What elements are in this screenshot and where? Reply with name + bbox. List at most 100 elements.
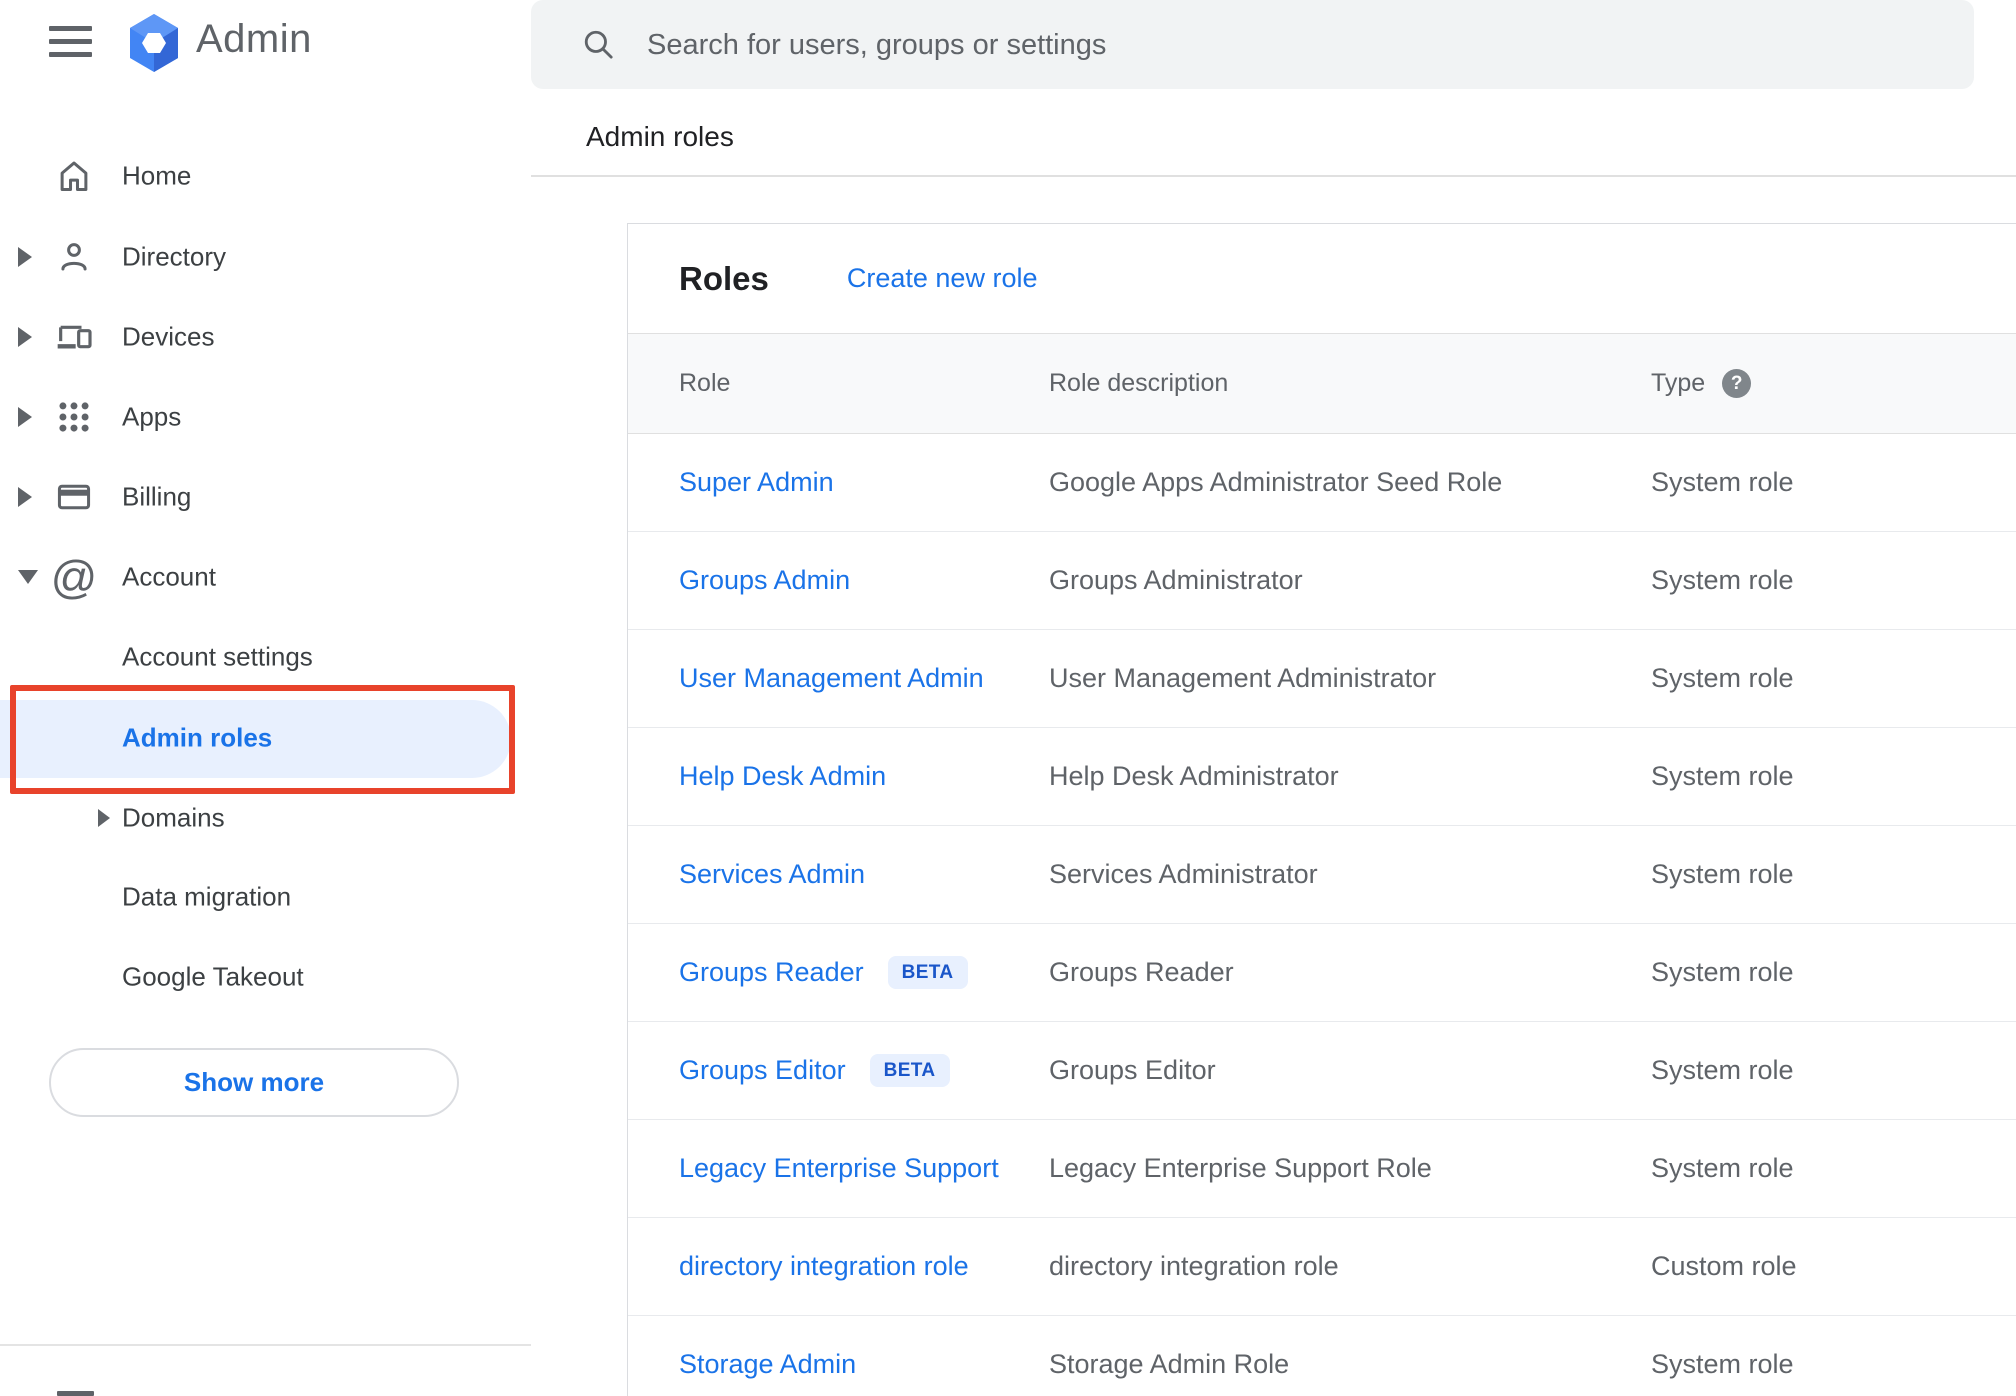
sidebar-bottom-divider bbox=[0, 1344, 531, 1346]
sidebar-item-devices[interactable]: Devices bbox=[0, 297, 531, 377]
role-link[interactable]: Legacy Enterprise Support bbox=[679, 1153, 999, 1184]
help-icon[interactable] bbox=[1722, 369, 1752, 398]
role-link[interactable]: Groups Reader bbox=[679, 957, 864, 988]
card-title: Roles bbox=[679, 259, 769, 297]
sidebar-item-billing[interactable]: Billing bbox=[0, 457, 531, 537]
column-header-type-label: Type bbox=[1651, 369, 1706, 397]
role-type: Custom role bbox=[1651, 1251, 1797, 1281]
partially-visible-icon bbox=[57, 1391, 94, 1396]
column-header-description: Role description bbox=[1049, 369, 1229, 397]
table-row[interactable]: Legacy Enterprise Support Legacy Enterpr… bbox=[628, 1120, 2016, 1218]
app-title: Admin bbox=[196, 17, 312, 61]
sidebar-item-label: Devices bbox=[122, 321, 215, 352]
sidebar-item-google-takeout[interactable]: Google Takeout bbox=[0, 937, 531, 1017]
role-link[interactable]: User Management Admin bbox=[679, 663, 984, 694]
table-row[interactable]: Services Admin Services Administrator Sy… bbox=[628, 826, 2016, 924]
sidebar-item-label: Billing bbox=[122, 481, 192, 512]
role-link[interactable]: Help Desk Admin bbox=[679, 761, 886, 792]
expand-arrow-icon[interactable] bbox=[18, 247, 32, 267]
create-new-role-link[interactable]: Create new role bbox=[847, 263, 1038, 294]
table-row[interactable]: Groups Reader BETA Groups Reader System … bbox=[628, 924, 2016, 1022]
role-description: User Management Administrator bbox=[1049, 663, 1437, 693]
role-description: directory integration role bbox=[1049, 1251, 1339, 1281]
search-bar bbox=[531, 0, 1974, 91]
role-description: Groups Reader bbox=[1049, 957, 1234, 987]
sidebar-item-apps[interactable]: Apps bbox=[0, 377, 531, 457]
expand-arrow-icon[interactable] bbox=[18, 407, 32, 427]
table-row[interactable]: Super Admin Google Apps Administrator Se… bbox=[628, 434, 2016, 532]
search-icon bbox=[584, 30, 613, 59]
sidebar-item-domains[interactable]: Domains bbox=[0, 778, 531, 858]
table-row[interactable]: Help Desk Admin Help Desk Administrator … bbox=[628, 728, 2016, 826]
collapse-arrow-icon[interactable] bbox=[18, 570, 38, 584]
sidebar-item-label: Directory bbox=[122, 241, 227, 272]
roles-card-header: Roles Create new role bbox=[628, 224, 2016, 334]
role-link[interactable]: directory integration role bbox=[679, 1251, 969, 1282]
menu-bar bbox=[49, 26, 92, 31]
table-row[interactable]: Storage Admin Storage Admin Role System … bbox=[628, 1316, 2016, 1396]
role-link[interactable]: Groups Editor bbox=[679, 1055, 846, 1086]
role-description: Groups Editor bbox=[1049, 1055, 1216, 1085]
table-row[interactable]: directory integration role directory int… bbox=[628, 1218, 2016, 1316]
role-type: System role bbox=[1651, 467, 1794, 497]
devices-icon bbox=[52, 317, 96, 357]
breadcrumb-divider bbox=[531, 175, 2016, 177]
role-type: System role bbox=[1651, 1349, 1794, 1379]
menu-icon[interactable] bbox=[49, 26, 92, 57]
sidebar-item-data-migration[interactable]: Data migration bbox=[0, 857, 531, 937]
home-icon bbox=[52, 157, 96, 195]
menu-bar bbox=[49, 52, 92, 57]
sidebar: Admin Home Directory Devices Apps Billin… bbox=[0, 0, 531, 1396]
role-type: System role bbox=[1651, 1153, 1794, 1183]
sidebar-item-label: Home bbox=[122, 160, 192, 191]
sidebar-item-label: Admin roles bbox=[122, 722, 273, 753]
sidebar-item-admin-roles[interactable]: Admin roles bbox=[0, 698, 531, 778]
breadcrumb: Admin roles bbox=[586, 121, 734, 152]
admin-logo-icon[interactable] bbox=[127, 13, 181, 73]
role-description: Groups Administrator bbox=[1049, 565, 1303, 595]
column-header-type: Type bbox=[1651, 369, 2016, 398]
table-row[interactable]: Groups Admin Groups Administrator System… bbox=[628, 532, 2016, 630]
sidebar-item-label: Account settings bbox=[122, 641, 313, 672]
sidebar-item-label: Google Takeout bbox=[122, 961, 304, 992]
role-type: System role bbox=[1651, 565, 1794, 595]
sidebar-item-label: Data migration bbox=[122, 881, 292, 912]
sidebar-item-label: Account bbox=[122, 561, 216, 592]
role-description: Help Desk Administrator bbox=[1049, 761, 1339, 791]
column-header-role: Role bbox=[679, 369, 731, 397]
role-link[interactable]: Groups Admin bbox=[679, 565, 850, 596]
billing-card-icon bbox=[52, 478, 96, 516]
person-icon bbox=[52, 238, 96, 276]
sidebar-item-label: Apps bbox=[122, 401, 182, 432]
expand-arrow-icon[interactable] bbox=[18, 327, 32, 347]
role-description: Services Administrator bbox=[1049, 859, 1318, 889]
show-more-button[interactable]: Show more bbox=[49, 1048, 459, 1117]
beta-badge: BETA bbox=[869, 1054, 950, 1087]
sidebar-item-home[interactable]: Home bbox=[0, 136, 531, 216]
role-description: Storage Admin Role bbox=[1049, 1349, 1290, 1379]
sidebar-item-label: Domains bbox=[122, 802, 225, 833]
role-type: System role bbox=[1651, 663, 1794, 693]
sidebar-item-account[interactable]: Account bbox=[0, 537, 531, 617]
role-type: System role bbox=[1651, 957, 1794, 987]
role-link[interactable]: Services Admin bbox=[679, 859, 865, 890]
role-link[interactable]: Super Admin bbox=[679, 467, 834, 498]
search-input[interactable] bbox=[645, 0, 1899, 91]
expand-arrow-icon[interactable] bbox=[18, 487, 32, 507]
role-description: Legacy Enterprise Support Role bbox=[1049, 1153, 1432, 1183]
sidebar-item-account-settings[interactable]: Account settings bbox=[0, 617, 531, 697]
at-icon bbox=[52, 554, 96, 600]
apps-grid-icon bbox=[52, 398, 96, 436]
role-description: Google Apps Administrator Seed Role bbox=[1049, 467, 1503, 497]
role-link[interactable]: Storage Admin bbox=[679, 1349, 856, 1380]
sidebar-item-directory[interactable]: Directory bbox=[0, 217, 531, 297]
table-row[interactable]: User Management Admin User Management Ad… bbox=[628, 630, 2016, 728]
role-type: System role bbox=[1651, 1055, 1794, 1085]
role-type: System role bbox=[1651, 859, 1794, 889]
beta-badge: BETA bbox=[887, 956, 968, 989]
role-type: System role bbox=[1651, 761, 1794, 791]
expand-arrow-icon[interactable] bbox=[98, 809, 110, 827]
table-row[interactable]: Groups Editor BETA Groups Editor System … bbox=[628, 1022, 2016, 1120]
table-header-row: Role Role description Type bbox=[628, 334, 2016, 434]
menu-bar bbox=[49, 39, 92, 44]
